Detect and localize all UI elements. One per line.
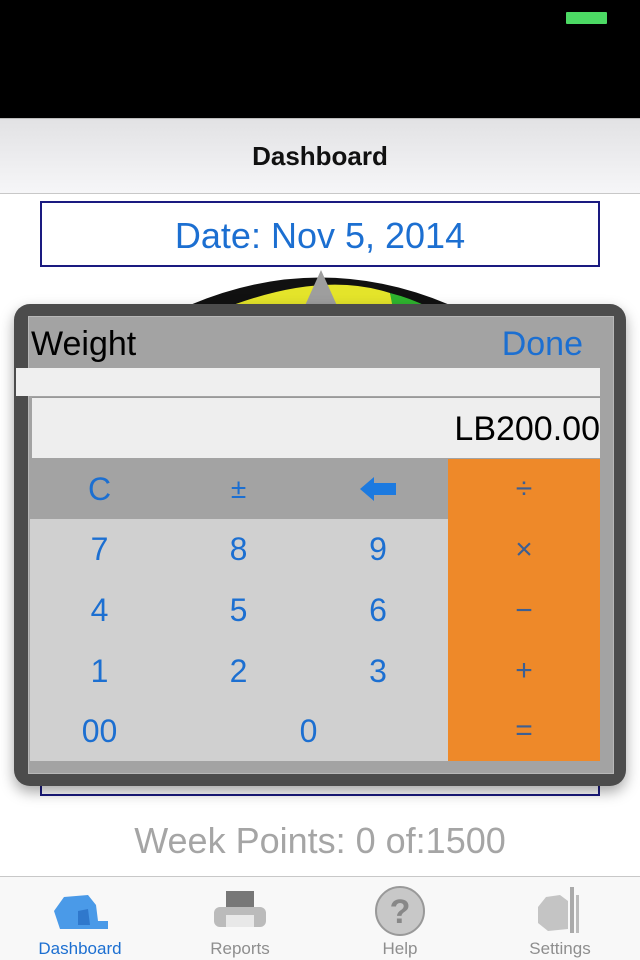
zero-key[interactable]: 0 [169, 701, 448, 761]
done-button[interactable]: Done [502, 325, 583, 364]
calculator-keypad: C ± 7 8 9 4 5 6 1 2 3 00 0 ÷ × − + = [30, 459, 600, 761]
key-2[interactable]: 2 [169, 641, 308, 701]
display-value: LB200.00 [454, 410, 600, 448]
key-1[interactable]: 1 [30, 641, 169, 701]
date-label: Date: Nov 5, 2014 [174, 215, 466, 256]
key-3[interactable]: 3 [308, 641, 448, 701]
backspace-arrow-icon [360, 477, 396, 501]
key-8[interactable]: 8 [169, 519, 308, 580]
tab-label: Settings [529, 939, 591, 958]
tab-help[interactable]: ? Help [320, 877, 480, 960]
status-bar [0, 0, 640, 118]
key-4[interactable]: 4 [30, 580, 169, 641]
weight-display: LB200.00 [32, 397, 600, 458]
tab-bar: Dashboard Reports ? Help Settings [0, 876, 640, 960]
clear-key[interactable]: C [30, 459, 169, 519]
tab-dashboard[interactable]: Dashboard [0, 877, 160, 960]
tab-label: Dashboard [38, 939, 122, 958]
add-key[interactable]: + [448, 641, 600, 701]
date-button[interactable]: Date: Nov 5, 2014 [40, 201, 600, 267]
input-strip [16, 368, 600, 396]
double-zero-key[interactable]: 00 [30, 701, 169, 761]
key-6[interactable]: 6 [308, 580, 448, 641]
svg-text:?: ? [390, 893, 411, 931]
printer-icon [214, 891, 266, 927]
popover-title: Weight [31, 325, 137, 363]
divide-key[interactable]: ÷ [448, 459, 600, 519]
equals-key[interactable]: = [448, 701, 600, 761]
navigation-bar: Dashboard [0, 118, 640, 194]
settings-icon [538, 887, 579, 933]
battery-icon [566, 12, 607, 24]
key-5[interactable]: 5 [169, 580, 308, 641]
tab-label: Help [382, 939, 418, 958]
tab-settings[interactable]: Settings [480, 877, 640, 960]
help-icon: ? [375, 886, 425, 936]
dashboard-icon [54, 895, 108, 929]
subtract-key[interactable]: − [448, 580, 600, 641]
page-title: Dashboard [252, 141, 388, 171]
plus-minus-key[interactable]: ± [169, 459, 308, 519]
tab-label: Reports [210, 939, 270, 958]
key-9[interactable]: 9 [308, 519, 448, 580]
week-points-label: Week Points: 0 of:1500 [134, 820, 506, 861]
multiply-key[interactable]: × [448, 519, 600, 580]
backspace-key[interactable] [308, 459, 448, 519]
tab-reports[interactable]: Reports [160, 877, 320, 960]
key-7[interactable]: 7 [30, 519, 169, 580]
